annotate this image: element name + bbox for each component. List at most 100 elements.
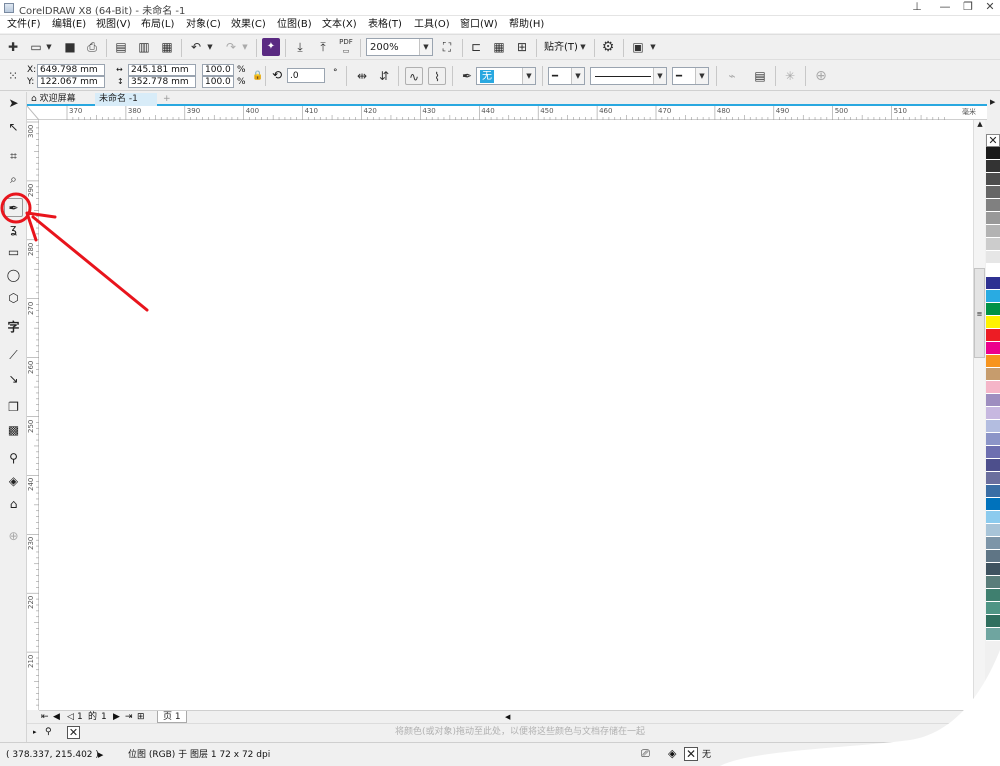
next-page-icon[interactable]: ▶	[113, 711, 120, 723]
full-screen-icon[interactable]: ⛶	[438, 38, 456, 56]
page-tab[interactable]: 页 1	[157, 711, 187, 723]
hide-bounding-box-icon[interactable]: ✳	[781, 67, 799, 85]
no-color-swatch[interactable]: ✕	[986, 134, 1000, 147]
palette-swatch[interactable]	[986, 238, 1000, 251]
palette-swatch[interactable]	[986, 394, 1000, 407]
mirror-vertical-icon[interactable]: ⇵	[375, 67, 393, 85]
menu-edit[interactable]: 编辑(E)	[52, 17, 86, 32]
palette-swatch[interactable]	[986, 511, 1000, 524]
palette-swatch[interactable]	[986, 550, 1000, 563]
palette-swatch[interactable]	[986, 537, 1000, 550]
close-button[interactable]: ✕	[983, 1, 997, 14]
restore-button[interactable]: ❐	[961, 1, 975, 14]
palette-swatch[interactable]	[986, 420, 1000, 433]
drop-shadow-tool-icon[interactable]: ❐	[4, 398, 23, 417]
tab-document[interactable]: 未命名 -1	[95, 93, 157, 106]
add-page-icon[interactable]: ⊞	[137, 711, 145, 723]
palette-swatch[interactable]	[986, 498, 1000, 511]
customize-toolbox-icon[interactable]: ⊕	[4, 527, 23, 546]
text-tool-icon[interactable]: 字	[4, 318, 23, 337]
print-icon[interactable]: ⎙	[83, 38, 101, 56]
open-folder-icon[interactable]: ▭	[27, 38, 45, 56]
scroll-left-icon[interactable]: ◀	[505, 711, 510, 723]
x-position-field[interactable]: 649.798 mm	[37, 64, 105, 76]
scale-height-field[interactable]: 100.0	[202, 76, 234, 88]
connector-tool-icon[interactable]: ↘	[4, 370, 23, 389]
outline-color-select[interactable]: 无 ▼	[476, 67, 536, 85]
palette-swatch[interactable]	[986, 186, 1000, 199]
y-position-field[interactable]: 122.067 mm	[37, 76, 105, 88]
menu-file[interactable]: 文件(F)	[7, 17, 41, 32]
guidelines-toggle-icon[interactable]: ⊞	[513, 38, 531, 56]
import-icon[interactable]: ⤓	[291, 38, 309, 56]
tab-welcome-screen[interactable]: ⌂ 欢迎屏幕	[27, 93, 95, 106]
first-page-icon[interactable]: ⇤	[41, 711, 49, 723]
palette-swatch[interactable]	[986, 355, 1000, 368]
no-color-swatch[interactable]: ✕	[67, 726, 80, 739]
shape-tool-icon[interactable]: ↖	[4, 118, 23, 137]
fill-none-swatch[interactable]: ✕	[684, 747, 698, 761]
menu-bitmap[interactable]: 位图(B)	[277, 17, 312, 32]
smart-fill-tool-icon[interactable]: ⌂	[4, 495, 23, 514]
menu-view[interactable]: 视图(V)	[96, 17, 131, 32]
scroll-up-icon[interactable]: ▲	[975, 120, 985, 130]
status-expand-icon[interactable]: ▶	[98, 749, 103, 761]
publish-pdf-icon[interactable]: PDF ▭	[337, 38, 355, 56]
open-dropdown-icon[interactable]: ▼	[44, 38, 54, 56]
rulers-toggle-icon[interactable]: ⊏	[467, 38, 485, 56]
snap-to-menu[interactable]: 贴齐(T)	[544, 42, 578, 54]
export-icon[interactable]: ⤒	[314, 38, 332, 56]
new-tab-button[interactable]: +	[159, 93, 173, 106]
palette-swatch[interactable]	[986, 589, 1000, 602]
crop-tool-icon[interactable]: ⌗	[4, 147, 23, 166]
palette-swatch[interactable]	[986, 472, 1000, 485]
palette-menu-icon[interactable]: ▸	[33, 726, 37, 738]
corel-connect-icon[interactable]: ✦	[262, 38, 280, 56]
palette-swatch[interactable]	[986, 251, 1000, 264]
palette-swatch[interactable]	[986, 225, 1000, 238]
palette-swatch[interactable]	[986, 459, 1000, 472]
eyedropper-tool-icon[interactable]: ⚲	[4, 449, 23, 468]
menu-effects[interactable]: 效果(C)	[231, 17, 266, 32]
redo-icon[interactable]: ↷	[222, 38, 240, 56]
mirror-horizontal-icon[interactable]: ⇹	[353, 67, 371, 85]
application-launcher-icon[interactable]: ▣	[629, 38, 647, 56]
previous-page-icon[interactable]: ◀	[53, 711, 60, 723]
palette-swatch[interactable]	[986, 329, 1000, 342]
menu-tools[interactable]: 工具(O)	[414, 17, 450, 32]
palette-swatch[interactable]	[986, 290, 1000, 303]
transparency-tool-icon[interactable]: ▩	[4, 421, 23, 440]
menu-window[interactable]: 窗口(W)	[460, 17, 498, 32]
menu-help[interactable]: 帮助(H)	[509, 17, 544, 32]
paste-icon[interactable]: ▦	[158, 38, 176, 56]
undo-dropdown-icon[interactable]: ▼	[205, 38, 215, 56]
palette-scroll-thumb[interactable]: ≡	[974, 268, 985, 358]
palette-swatch[interactable]	[986, 316, 1000, 329]
outline-pen-icon[interactable]: ✒	[458, 67, 476, 85]
palette-swatch[interactable]	[986, 407, 1000, 420]
rotation-angle-field[interactable]: .0	[287, 68, 325, 83]
palette-swatch[interactable]	[986, 212, 1000, 225]
palette-swatch[interactable]	[986, 303, 1000, 316]
calligraphic-icon[interactable]: ⌇	[428, 67, 446, 85]
close-curve-icon[interactable]: ⌁	[723, 67, 741, 85]
last-page-icon[interactable]: ⇥	[125, 711, 133, 723]
wrap-text-icon[interactable]: ▤	[751, 67, 769, 85]
pin-icon[interactable]: ⊥	[910, 1, 924, 14]
save-icon[interactable]: ■	[61, 38, 79, 56]
redo-dropdown-icon[interactable]: ▼	[240, 38, 250, 56]
start-arrowhead-select[interactable]: ━ ▼	[548, 67, 585, 85]
palette-swatch[interactable]	[986, 524, 1000, 537]
palette-swatch[interactable]	[986, 602, 1000, 615]
lock-ratio-icon[interactable]: 🔒	[252, 70, 263, 82]
palette-swatch[interactable]	[986, 199, 1000, 212]
smooth-nodes-icon[interactable]: ∿	[405, 67, 423, 85]
scale-width-field[interactable]: 100.0	[202, 64, 234, 76]
object-origin-icon[interactable]: ⁙	[4, 67, 22, 85]
launcher-dropdown-icon[interactable]: ▼	[648, 38, 658, 56]
new-document-icon[interactable]: ✚	[4, 38, 22, 56]
palette-swatch[interactable]	[986, 277, 1000, 290]
horizontal-ruler[interactable]: 370 380 390 400 410 420 430 440 450 460 470 480 490 5…	[27, 106, 987, 120]
pick-tool-icon[interactable]: ➤	[4, 94, 23, 113]
grid-toggle-icon[interactable]: ▦	[490, 38, 508, 56]
